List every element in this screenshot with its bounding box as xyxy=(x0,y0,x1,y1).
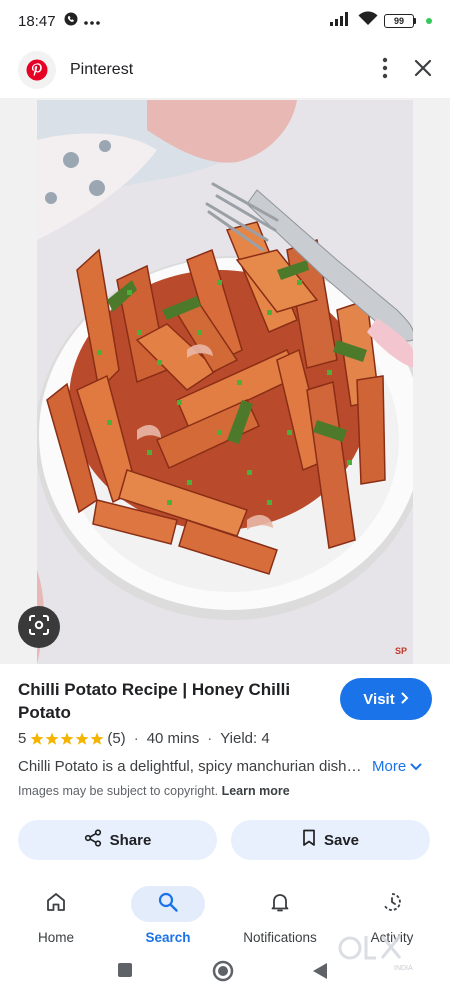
nav-label-search: Search xyxy=(145,930,191,945)
signal-icon xyxy=(330,11,352,31)
image-watermark: SP xyxy=(395,646,407,656)
nav-item-search[interactable]: Search xyxy=(112,880,224,960)
review-count: (5) xyxy=(107,730,126,747)
image-viewer: SP xyxy=(0,98,450,664)
share-label: Share xyxy=(109,831,152,849)
copyright-text: Images may be subject to copyright. xyxy=(18,784,219,798)
rating-value: 5 xyxy=(18,730,27,747)
chevron-down-icon xyxy=(410,758,422,775)
recipe-meta: 5 (5) · 40 mins · Yield: 4 xyxy=(18,730,270,747)
recents-icon xyxy=(117,963,133,982)
privacy-indicator xyxy=(426,18,432,24)
visit-button[interactable]: Visit xyxy=(340,678,432,720)
yield: Yield: 4 xyxy=(220,730,270,747)
nav-label-notifications: Notifications xyxy=(243,930,317,945)
battery-level: 99 xyxy=(384,14,414,28)
app-title: Pinterest xyxy=(70,61,134,78)
visit-label: Visit xyxy=(363,690,395,708)
more-dots-icon xyxy=(83,12,100,30)
home-system-button[interactable] xyxy=(212,960,234,987)
search-icon xyxy=(157,891,179,918)
save-button[interactable]: Save xyxy=(231,820,430,860)
bell-icon xyxy=(269,891,291,918)
recipe-image[interactable]: SP xyxy=(37,100,413,664)
star-icons xyxy=(30,732,104,745)
bookmark-icon xyxy=(302,829,316,851)
activity-icon xyxy=(381,891,403,918)
home-icon xyxy=(45,891,67,918)
nav-item-notifications[interactable]: Notifications xyxy=(224,880,336,960)
rating-stars xyxy=(30,732,104,746)
status-bar: 18:47 99 xyxy=(0,0,450,42)
battery-icon: 99 xyxy=(384,14,416,28)
close-icon[interactable] xyxy=(414,59,432,82)
watermark-sub: INDIA xyxy=(394,965,413,972)
home-circle-icon xyxy=(212,960,234,986)
pinterest-logo-icon xyxy=(18,51,56,89)
more-vertical-icon[interactable] xyxy=(382,57,388,84)
recents-button[interactable] xyxy=(117,962,133,983)
back-icon xyxy=(312,963,328,984)
olx-watermark: INDIA xyxy=(336,930,418,974)
share-button[interactable]: Share xyxy=(18,820,217,860)
recipe-title[interactable]: Chilli Potato Recipe | Honey Chilli Pota… xyxy=(18,678,318,724)
more-label: More xyxy=(372,758,407,775)
lens-search-icon xyxy=(28,614,50,641)
chevron-right-icon xyxy=(401,691,409,708)
nav-item-home[interactable]: Home xyxy=(0,880,112,960)
recipe-description: Chilli Potato is a delightful, spicy man… xyxy=(18,758,363,775)
back-button[interactable] xyxy=(312,962,328,985)
share-icon xyxy=(84,829,102,851)
copyright-notice: Images may be subject to copyright. Lear… xyxy=(18,784,290,798)
learn-more-link[interactable]: Learn more xyxy=(222,784,290,798)
cook-time: 40 mins xyxy=(146,730,200,747)
lens-search-button[interactable] xyxy=(18,606,60,648)
save-label: Save xyxy=(323,831,360,849)
status-time: 18:47 xyxy=(18,12,56,30)
wifi-icon xyxy=(358,11,378,31)
nav-label-home: Home xyxy=(37,930,74,945)
call-status-icon xyxy=(64,12,78,31)
more-button[interactable]: More xyxy=(372,758,422,775)
app-header: Pinterest xyxy=(0,42,450,98)
